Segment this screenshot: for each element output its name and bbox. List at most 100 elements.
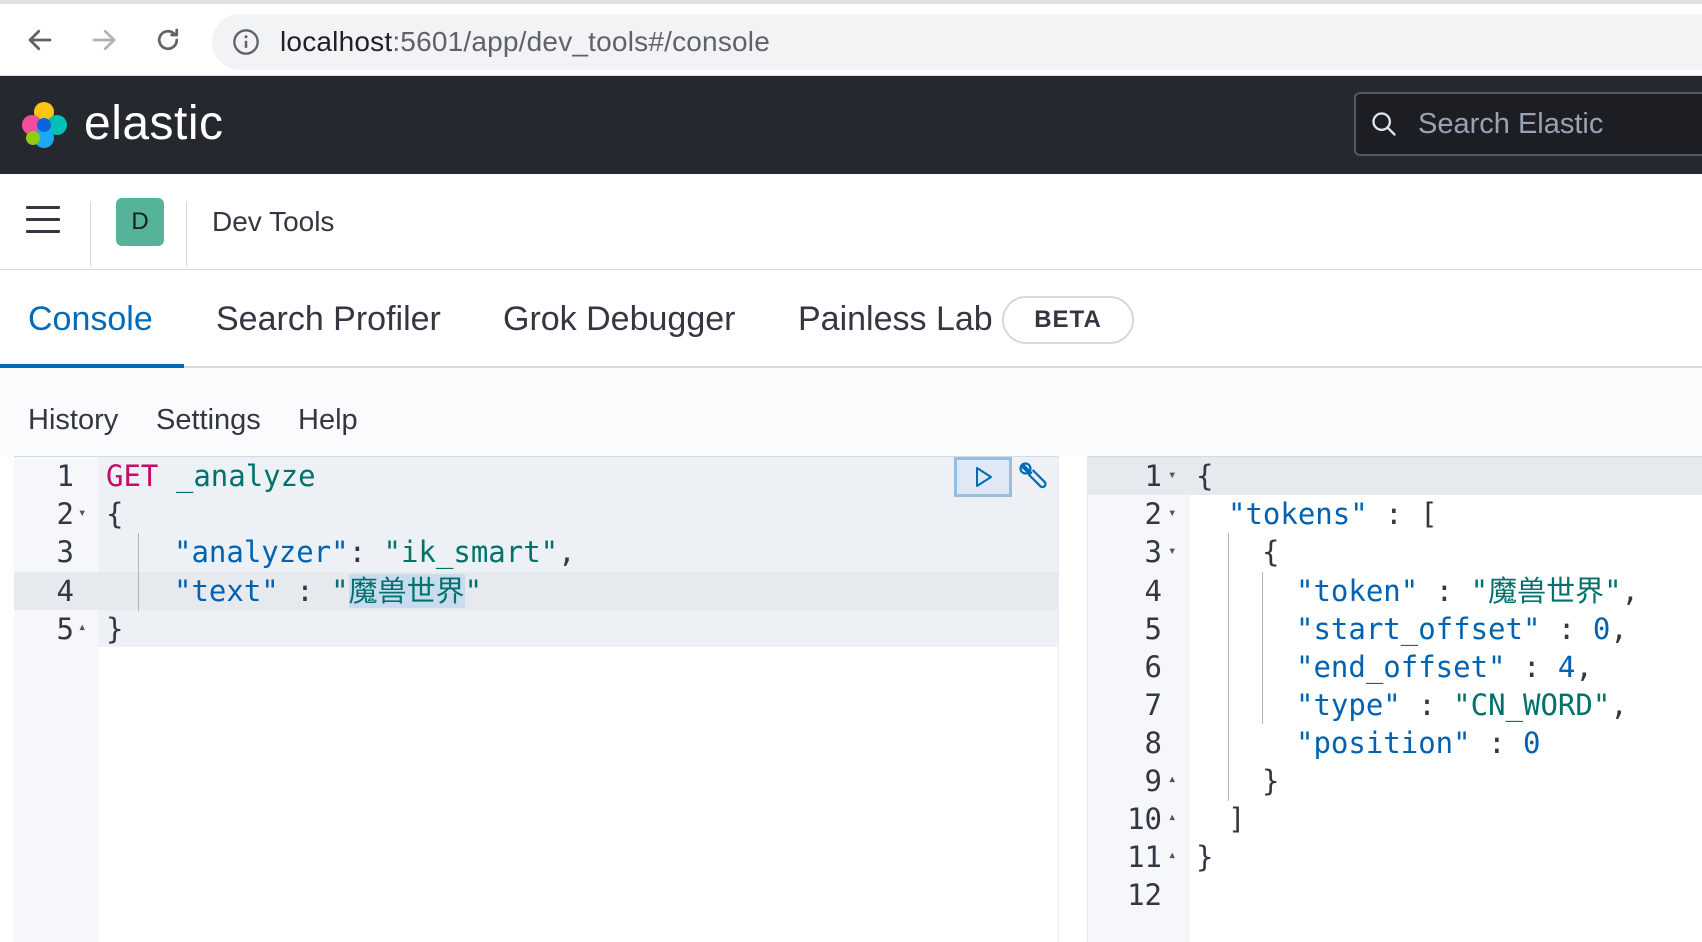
hamburger-icon-line xyxy=(26,230,60,233)
resp-line-10: ] xyxy=(1228,802,1246,836)
hamburger-icon-line xyxy=(26,218,60,221)
forward-button[interactable] xyxy=(84,20,124,60)
end-offset-key: "end_offset" xyxy=(1296,650,1506,684)
text-value-quote: " xyxy=(331,574,349,608)
line-number: 5 xyxy=(56,612,74,646)
code-line-2: { xyxy=(106,497,124,531)
response-viewer[interactable]: 1 2 3 4 5 6 7 8 9 10 11 12 ▾ ▾ ▾ ▴ ▴ ▴ {… xyxy=(1088,456,1702,942)
type-value: "CN_WORD" xyxy=(1453,688,1611,722)
fold-down-icon[interactable]: ▾ xyxy=(78,505,86,521)
search-placeholder: Search Elastic xyxy=(1418,108,1604,140)
start-offset-key: "start_offset" xyxy=(1296,612,1541,646)
fold-up-icon[interactable]: ▴ xyxy=(78,619,86,635)
line-number: 6 xyxy=(1144,650,1162,684)
resp-line-6: "end_offset" : 4, xyxy=(1296,650,1593,684)
line-number: 11 xyxy=(1127,840,1162,874)
wrench-icon xyxy=(1019,462,1047,489)
start-offset-value: 0 xyxy=(1592,612,1611,646)
reload-button[interactable] xyxy=(148,20,188,60)
arrow-right-icon xyxy=(92,29,116,51)
tokens-key: "tokens" xyxy=(1228,497,1368,531)
dev-tools-tabs: Console Search Profiler Grok Debugger Pa… xyxy=(0,270,1702,368)
settings-link[interactable]: Settings xyxy=(156,404,261,437)
tab-search-profiler[interactable]: Search Profiler xyxy=(216,300,441,339)
indent-guide xyxy=(138,533,139,611)
resp-line-5: "start_offset" : 0, xyxy=(1296,612,1628,646)
beta-badge: BETA xyxy=(1002,296,1134,344)
play-icon xyxy=(976,467,992,487)
help-link[interactable]: Help xyxy=(298,404,358,437)
history-link[interactable]: History xyxy=(28,404,118,437)
search-icon xyxy=(1372,112,1396,136)
send-request-button[interactable] xyxy=(954,457,1012,497)
elastic-logo-icon[interactable] xyxy=(20,100,70,150)
tab-grok-debugger[interactable]: Grok Debugger xyxy=(503,300,735,339)
fold-down-icon[interactable]: ▾ xyxy=(1168,467,1176,483)
fold-up-icon[interactable]: ▴ xyxy=(1168,771,1176,787)
position-key: "position" xyxy=(1296,726,1471,760)
fold-down-icon[interactable]: ▾ xyxy=(1168,505,1176,521)
reload-icon xyxy=(157,28,179,51)
token-key: "token" xyxy=(1296,574,1419,608)
search-elastic-input[interactable]: Search Elastic xyxy=(1354,92,1702,156)
code-line-1: GET _analyze xyxy=(106,457,316,495)
browser-toolbar: localhost:5601/app/dev_tools#/console xyxy=(0,0,1702,76)
resp-line-1: { xyxy=(1196,459,1214,493)
analyzer-key: "analyzer" xyxy=(174,535,349,569)
end-offset-value: 4 xyxy=(1557,650,1576,684)
http-method: GET xyxy=(106,459,159,493)
line-number: 1 xyxy=(56,459,74,493)
menu-button[interactable] xyxy=(26,206,60,236)
active-line xyxy=(14,572,1058,610)
line-number: 4 xyxy=(56,574,74,608)
line-number: 5 xyxy=(1144,612,1162,646)
url-path: :5601/app/dev_tools#/console xyxy=(392,26,770,57)
console-editors: 1 2 3 4 5 ▾ ▴ GET _analyze { "analyzer":… xyxy=(0,456,1702,942)
header-divider xyxy=(90,202,91,266)
info-icon[interactable] xyxy=(232,28,260,56)
editor-resizer[interactable] xyxy=(1058,456,1088,942)
indent-guide xyxy=(1262,572,1263,724)
address-bar[interactable]: localhost:5601/app/dev_tools#/console xyxy=(212,14,1702,70)
code-line-5: } xyxy=(106,612,124,646)
fold-down-icon[interactable]: ▾ xyxy=(1168,543,1176,559)
page-title: Dev Tools xyxy=(212,206,335,237)
active-line xyxy=(1088,457,1702,495)
resp-line-2: "tokens" : [ xyxy=(1228,497,1438,531)
request-editor[interactable]: 1 2 3 4 5 ▾ ▴ GET _analyze { "analyzer":… xyxy=(14,456,1058,942)
text-key: "text" xyxy=(174,574,279,608)
brand-name: elastic xyxy=(84,97,224,150)
tab-console[interactable]: Console xyxy=(28,300,153,339)
resp-line-4: "token" : "魔兽世界", xyxy=(1296,574,1639,608)
line-number: 3 xyxy=(1144,535,1162,569)
line-number: 3 xyxy=(56,535,74,569)
line-number: 4 xyxy=(1144,574,1162,608)
url-text[interactable]: localhost:5601/app/dev_tools#/console xyxy=(280,26,770,58)
actions-menu-button[interactable] xyxy=(1014,459,1054,495)
back-button[interactable] xyxy=(20,20,60,60)
request-path: _analyze xyxy=(175,459,316,493)
console-menu: History Settings Help xyxy=(0,368,1702,458)
resp-line-9: } xyxy=(1262,764,1280,798)
arrow-left-icon xyxy=(28,29,52,51)
header-divider xyxy=(186,202,187,266)
space-avatar[interactable]: D xyxy=(116,198,164,246)
line-number: 10 xyxy=(1127,802,1162,836)
text-value: 魔兽世界 xyxy=(348,574,465,608)
line-number: 2 xyxy=(56,497,74,531)
text-value-quote: " xyxy=(464,574,483,608)
hamburger-icon xyxy=(26,206,60,209)
fold-up-icon[interactable]: ▴ xyxy=(1168,847,1176,863)
line-number: 12 xyxy=(1127,878,1162,912)
line-number: 1 xyxy=(1144,459,1162,493)
app-header: D Dev Tools xyxy=(0,174,1702,270)
tab-painless-lab[interactable]: Painless Lab xyxy=(798,300,993,339)
line-number: 8 xyxy=(1144,726,1162,760)
line-number: 7 xyxy=(1144,688,1162,722)
token-value: "魔兽世界" xyxy=(1470,574,1622,608)
code-line-3: "analyzer": "ik_smart", xyxy=(174,535,576,569)
type-key: "type" xyxy=(1296,688,1401,722)
elastic-header: elastic Search Elastic xyxy=(0,76,1702,174)
line-number: 9 xyxy=(1144,764,1162,798)
fold-up-icon[interactable]: ▴ xyxy=(1168,809,1176,825)
